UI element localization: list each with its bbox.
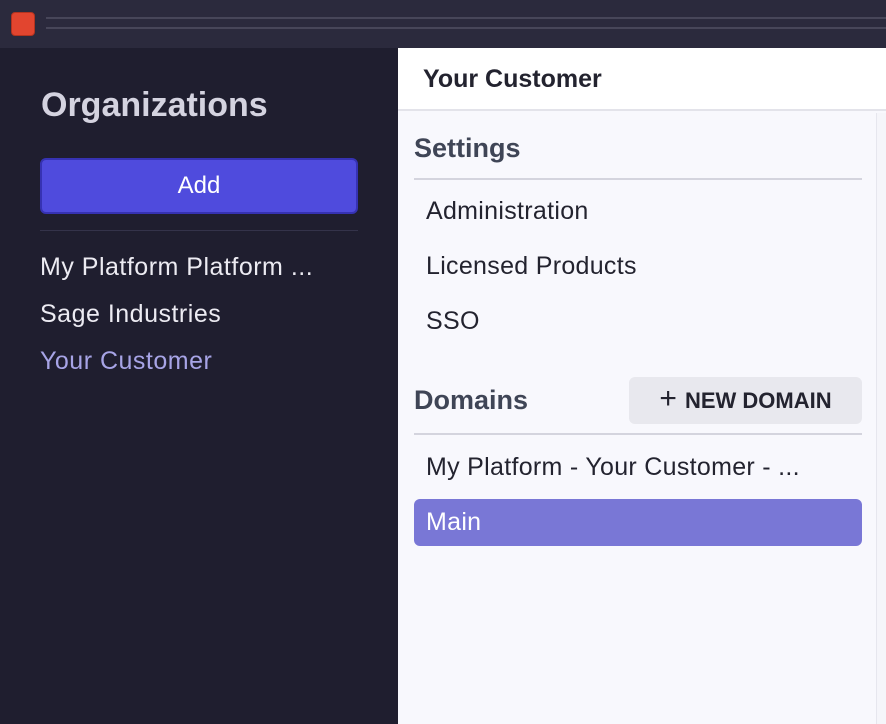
settings-item-licensed-products[interactable]: Licensed Products <box>414 239 862 294</box>
panel-title: Your Customer <box>423 65 602 93</box>
domains-heading: Domains <box>414 385 529 415</box>
new-domain-label: NEW DOMAIN <box>684 387 832 413</box>
domain-item-my-platform-your-customer[interactable]: My Platform - Your Customer - ... <box>414 444 862 491</box>
panel-header: Your Customer <box>398 48 886 111</box>
settings-item-administration[interactable]: Administration <box>414 184 862 239</box>
window-titlebar <box>0 0 886 48</box>
sidebar-title: Organizations <box>41 86 268 124</box>
titlebar-grip-line <box>46 27 886 29</box>
new-domain-button[interactable]: + NEW DOMAIN <box>629 377 862 424</box>
domain-list: My Platform - Your Customer - ... Main <box>414 444 862 554</box>
organizations-sidebar: Organizations Add My Platform Platform .… <box>0 48 398 724</box>
sidebar-divider <box>40 230 358 231</box>
organization-item-my-platform[interactable]: My Platform Platform ... <box>40 252 358 299</box>
organization-item-your-customer[interactable]: Your Customer <box>40 346 358 393</box>
settings-divider <box>414 178 862 180</box>
close-window-icon[interactable] <box>11 12 35 36</box>
titlebar-grip-line <box>46 17 886 19</box>
organization-list: My Platform Platform ... Sage Industries… <box>40 252 358 393</box>
add-organization-button[interactable]: Add <box>40 158 358 214</box>
settings-heading: Settings <box>414 133 521 163</box>
domain-item-main[interactable]: Main <box>414 499 862 546</box>
domains-divider <box>414 433 862 435</box>
organization-detail-panel: Your Customer Settings Administration Li… <box>398 48 886 724</box>
settings-list: Administration Licensed Products SSO <box>414 184 862 349</box>
settings-item-sso[interactable]: SSO <box>414 294 862 349</box>
organization-item-sage-industries[interactable]: Sage Industries <box>40 299 358 346</box>
panel-scrollbar[interactable] <box>876 113 886 724</box>
plus-icon: + <box>659 382 677 415</box>
